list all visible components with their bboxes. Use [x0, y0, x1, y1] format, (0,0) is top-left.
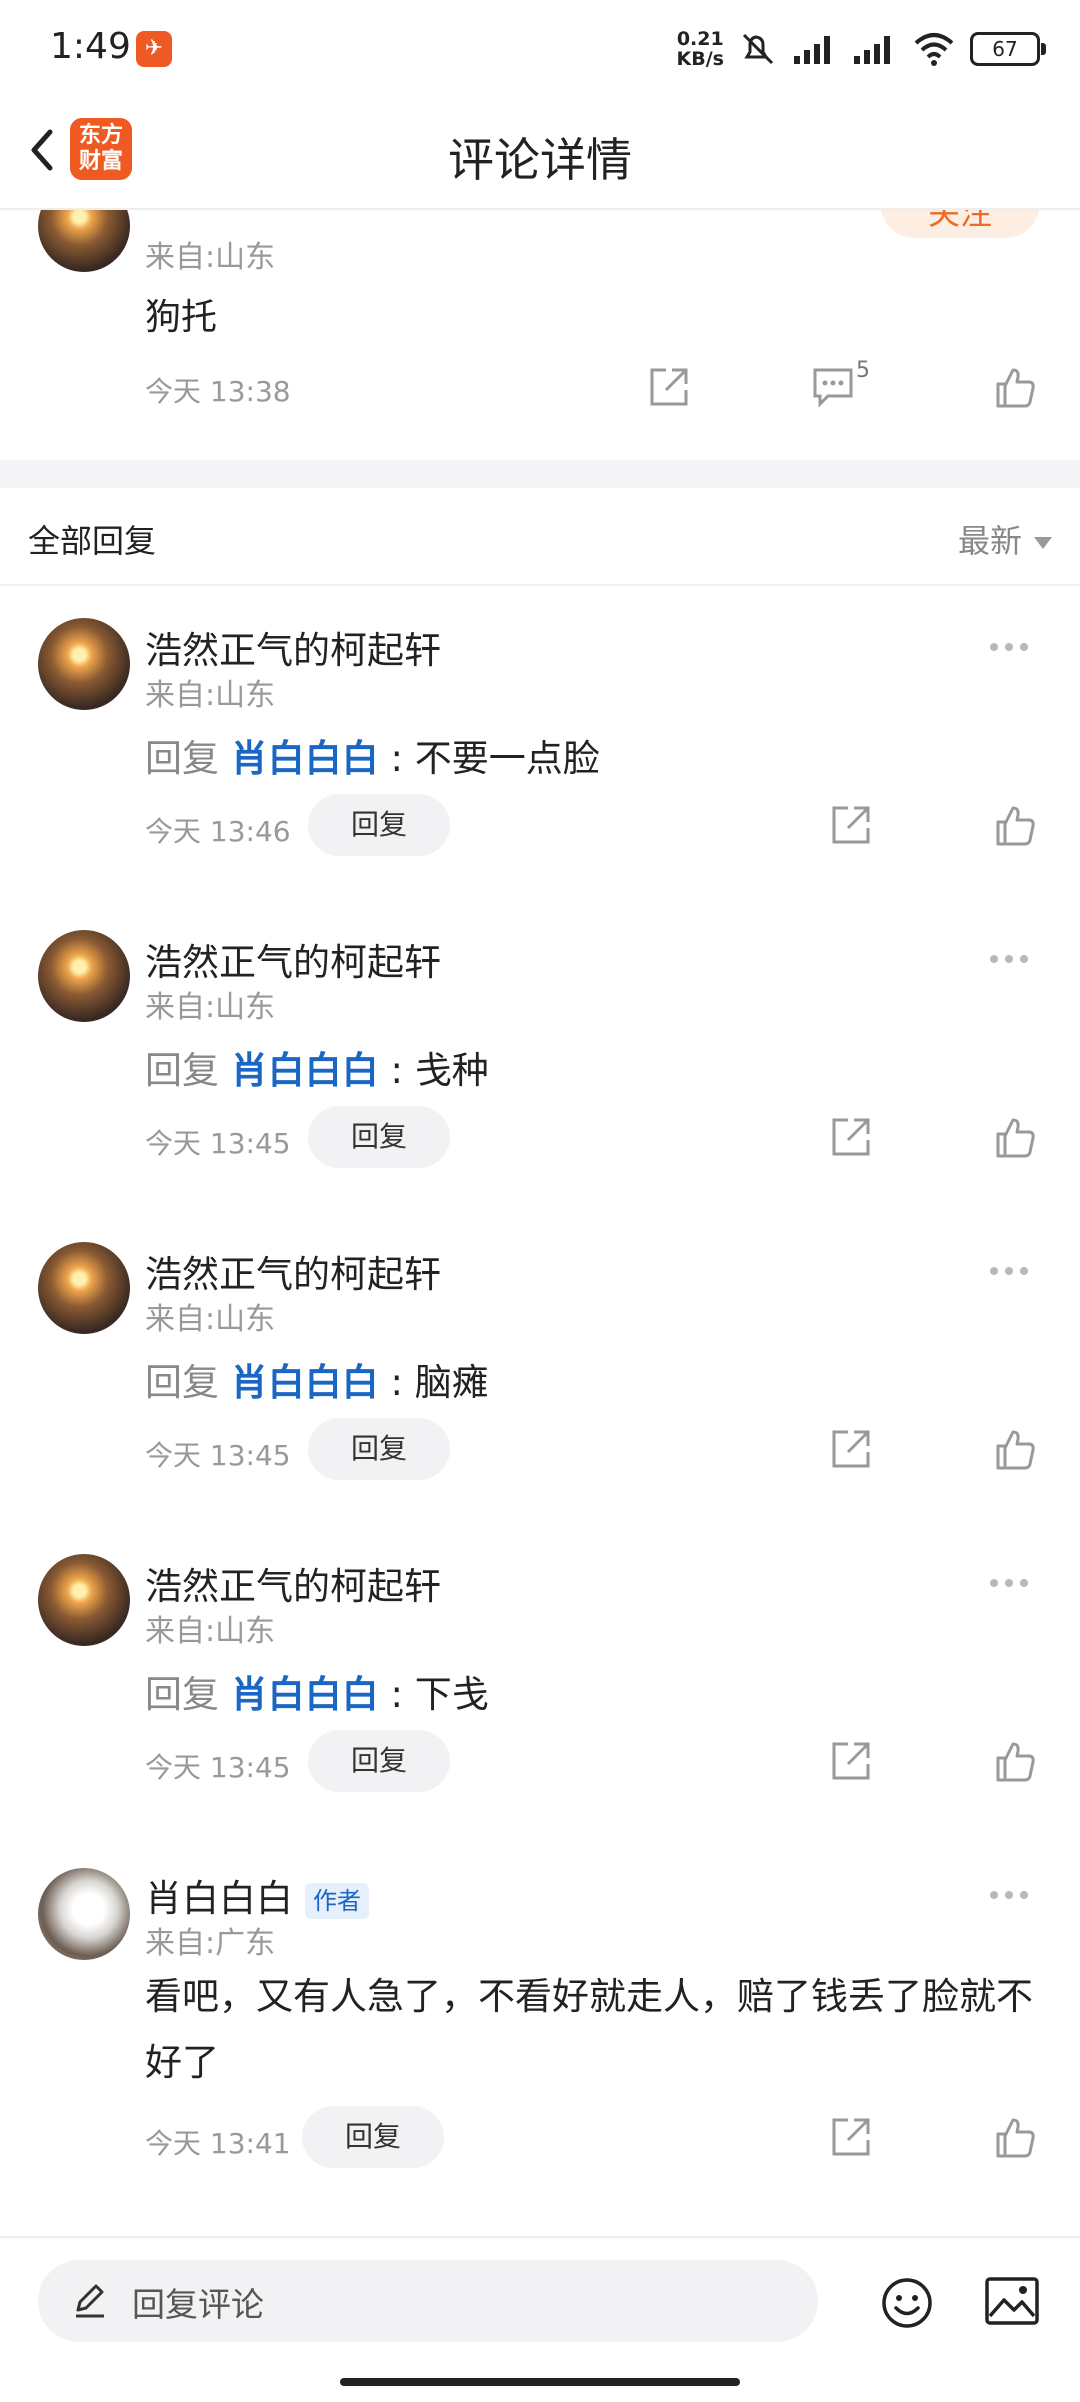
image-icon[interactable]	[984, 2276, 1040, 2326]
user-name[interactable]: 浩然正气的柯起轩	[145, 932, 441, 986]
avatar[interactable]	[38, 618, 130, 710]
reply-content: 回复 肖白白白 : 脑瘫	[145, 1361, 489, 1404]
caret-down-icon	[1034, 537, 1052, 549]
avatar[interactable]	[38, 1242, 130, 1334]
reply-button[interactable]: 回复	[308, 1418, 450, 1480]
reply-content: 回复 肖白白白 : 戋种	[145, 1049, 489, 1092]
comment-icon[interactable]	[810, 364, 856, 410]
sort-dropdown[interactable]: 最新	[958, 516, 1052, 562]
pencil-icon	[76, 2284, 104, 2318]
parent-comment: 关注 来自:山东 狗托 今天 13:38 5	[0, 208, 1080, 460]
reply-button[interactable]: 回复	[308, 1730, 450, 1792]
user-name[interactable]: 肖白白白 作者	[145, 1868, 369, 1922]
more-options-icon[interactable]	[990, 636, 1040, 652]
author-badge: 作者	[305, 1882, 369, 1919]
share-icon[interactable]	[828, 1738, 874, 1784]
signal-icon	[794, 36, 830, 64]
comment-count: 5	[856, 358, 870, 383]
more-options-icon[interactable]	[990, 948, 1040, 964]
like-icon[interactable]	[992, 1738, 1038, 1784]
comment-location: 来自:山东	[145, 240, 276, 275]
reply-time: 今天 13:46	[145, 815, 291, 848]
reply-time: 今天 13:45	[145, 1127, 291, 1160]
share-icon[interactable]	[828, 1114, 874, 1160]
reply-content: 看吧，又有人急了，不看好就走人，赔了钱丢了脸就不好了	[145, 1975, 1033, 2084]
share-icon[interactable]	[828, 1426, 874, 1472]
emoji-icon[interactable]	[880, 2276, 934, 2330]
reply-button[interactable]: 回复	[302, 2106, 444, 2168]
user-name[interactable]: 浩然正气的柯起轩	[145, 620, 441, 674]
status-time: 1:49	[50, 26, 131, 67]
reply-location: 来自:山东	[145, 1302, 276, 1337]
reply-content: 回复 肖白白白 : 下戋	[145, 1673, 489, 1716]
like-icon[interactable]	[992, 802, 1038, 848]
like-icon[interactable]	[992, 1114, 1038, 1160]
comment-time: 今天 13:38	[145, 375, 291, 408]
signal-icon-2	[854, 36, 890, 64]
avatar[interactable]	[38, 1554, 130, 1646]
reply-target-user[interactable]: 肖白白白	[231, 1673, 379, 1716]
user-name[interactable]: 浩然正气的柯起轩	[145, 1556, 441, 1610]
comment-content: 狗托	[145, 297, 218, 338]
reply-target-user[interactable]: 肖白白白	[231, 1361, 379, 1404]
follow-button[interactable]: 关注	[880, 208, 1040, 238]
reply-item: 浩然正气的柯起轩 来自:山东 回复 肖白白白 : 脑瘫 今天 13:45 回复	[0, 1210, 1080, 1522]
reply-button[interactable]: 回复	[308, 1106, 450, 1168]
home-indicator[interactable]	[340, 2378, 740, 2386]
avatar[interactable]	[38, 208, 130, 272]
status-icons: 0.21 KB/s 67	[676, 24, 1046, 74]
avatar[interactable]	[38, 1868, 130, 1960]
reply-item: 浩然正气的柯起轩 来自:山东 回复 肖白白白 : 下戋 今天 13:45 回复	[0, 1522, 1080, 1834]
reply-item: 浩然正气的柯起轩 来自:山东 回复 肖白白白 : 不要一点脸 今天 13:46 …	[0, 586, 1080, 898]
battery-icon: 67	[970, 32, 1046, 66]
notification-app-icon: ✈	[136, 31, 172, 67]
status-bar: 1:49 ✈ 0.21 KB/s 67	[0, 0, 1080, 100]
top-nav-bar: 东方 财富 评论详情	[0, 100, 1080, 210]
section-divider	[0, 460, 1080, 488]
network-speed: 0.21 KB/s	[676, 28, 724, 70]
author-reply-item: 肖白白白 作者 来自:广东 看吧，又有人急了，不看好就走人，赔了钱丢了脸就不好了 …	[0, 1834, 1080, 2234]
mute-icon	[742, 33, 774, 65]
like-icon[interactable]	[992, 1426, 1038, 1472]
user-name[interactable]: 浩然正气的柯起轩	[145, 1244, 441, 1298]
like-icon[interactable]	[992, 2114, 1038, 2160]
share-icon[interactable]	[646, 364, 692, 410]
reply-location: 来自:广东	[145, 1926, 276, 1961]
reply-item: 浩然正气的柯起轩 来自:山东 回复 肖白白白 : 戋种 今天 13:45 回复	[0, 898, 1080, 1210]
avatar[interactable]	[38, 930, 130, 1022]
wifi-icon	[914, 33, 954, 66]
more-options-icon[interactable]	[990, 1572, 1040, 1588]
like-icon[interactable]	[992, 364, 1038, 410]
input-placeholder: 回复评论	[132, 2285, 264, 2324]
reply-content: 回复 肖白白白 : 不要一点脸	[145, 737, 600, 780]
reply-location: 来自:山东	[145, 678, 276, 713]
reply-time: 今天 13:45	[145, 1439, 291, 1472]
more-options-icon[interactable]	[990, 1884, 1040, 1900]
share-icon[interactable]	[828, 2114, 874, 2160]
reply-comment-input[interactable]: 回复评论	[38, 2260, 818, 2342]
share-icon[interactable]	[828, 802, 874, 848]
reply-target-user[interactable]: 肖白白白	[231, 1049, 379, 1092]
reply-time: 今天 13:45	[145, 1751, 291, 1784]
bottom-comment-bar: 回复评论	[0, 2236, 1080, 2402]
page-title: 评论详情	[448, 133, 632, 187]
reply-location: 来自:山东	[145, 1614, 276, 1649]
reply-time: 今天 13:41	[145, 2127, 291, 2160]
more-options-icon[interactable]	[990, 1260, 1040, 1276]
section-title: 全部回复	[28, 522, 157, 560]
reply-target-user[interactable]: 肖白白白	[231, 737, 379, 780]
reply-location: 来自:山东	[145, 990, 276, 1025]
reply-button[interactable]: 回复	[308, 794, 450, 856]
replies-section-header: 全部回复 最新	[0, 488, 1080, 586]
